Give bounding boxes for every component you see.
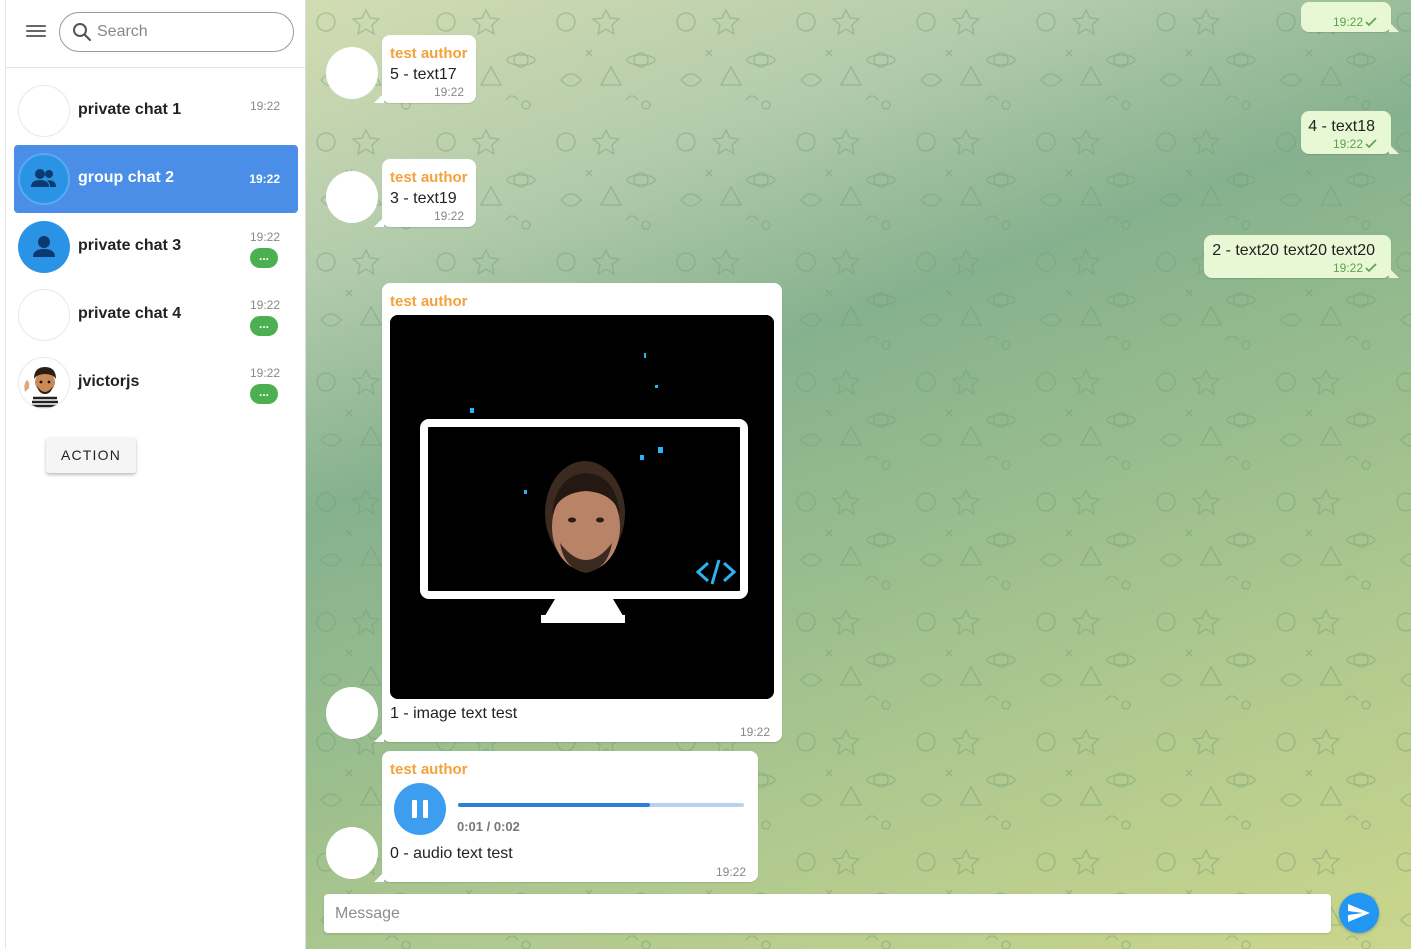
message-author: test author — [390, 293, 468, 310]
message-time: 19:22 — [739, 725, 770, 739]
chat-item-private-chat-3[interactable]: private chat 3 19:22 ... — [14, 213, 298, 281]
message-author: test author — [390, 45, 468, 62]
chat-item-jvictorjs[interactable]: jvictorjs 19:22 ... — [14, 349, 298, 417]
message-outgoing[interactable]: 2 - text20 text20 text20 19:22 — [1204, 235, 1399, 278]
message-outgoing[interactable]: 4 - text18 19:22 — [1301, 111, 1399, 154]
unread-badge: ... — [250, 248, 278, 268]
search-input[interactable] — [97, 22, 277, 42]
message-time: 19:22 — [1332, 261, 1363, 275]
author-avatar[interactable] — [326, 47, 378, 99]
avatar-illustration — [19, 358, 69, 408]
double-check-icon — [1365, 139, 1377, 149]
chat-item-private-chat-4[interactable]: private chat 4 19:22 ... — [14, 281, 298, 349]
person-icon — [33, 236, 55, 257]
message-incoming-audio[interactable]: test author 0:01 / 0:02 0 - audio text t… — [374, 751, 758, 882]
search-icon — [73, 23, 92, 42]
menu-icon[interactable] — [26, 22, 46, 38]
chat-name: group chat 2 — [78, 169, 175, 186]
audio-progress-fill — [458, 803, 650, 807]
pause-button[interactable] — [394, 783, 446, 835]
chat-name: jvictorjs — [78, 373, 140, 390]
chat-time: 19:22 — [249, 366, 280, 380]
author-avatar[interactable] — [326, 827, 378, 879]
avatar-photo — [18, 357, 70, 409]
avatar — [18, 221, 70, 273]
chat-item-private-chat-1[interactable]: private chat 1 19:22 — [14, 77, 298, 145]
message-text: 0 - audio text test — [390, 845, 513, 862]
chat-time: 19:22 — [249, 230, 280, 244]
avatar — [18, 289, 70, 341]
chat-sidebar: private chat 1 19:22 group chat 2 19:22 … — [5, 0, 306, 949]
sidebar-header — [6, 0, 305, 68]
message-author: test author — [390, 169, 468, 186]
send-button[interactable] — [1339, 893, 1379, 933]
chat-panel: 19:22 test author 5 - text17 19:22 4 - t… — [306, 0, 1411, 949]
chat-name: private chat 4 — [78, 305, 182, 322]
message-text: 2 - text20 text20 text20 — [1212, 242, 1375, 259]
message-input[interactable] — [335, 903, 1315, 925]
unread-badge: ... — [250, 316, 278, 336]
message-image[interactable] — [390, 315, 774, 699]
message-time: 19:22 — [433, 85, 464, 99]
search-box[interactable] — [59, 12, 294, 52]
chat-item-group-chat-2[interactable]: group chat 2 19:22 — [14, 145, 298, 213]
pause-icon — [412, 800, 417, 818]
author-avatar[interactable] — [326, 171, 378, 223]
action-button[interactable]: ACTION — [46, 437, 136, 473]
monitor-illustration — [390, 315, 774, 699]
message-outgoing[interactable]: 19:22 — [1301, 2, 1399, 32]
message-time: 19:22 — [1332, 137, 1363, 151]
author-avatar[interactable] — [326, 687, 378, 739]
avatar — [18, 85, 70, 137]
message-incoming[interactable]: test author 5 - text17 19:22 — [374, 35, 476, 103]
audio-time: 0:01 / 0:02 — [457, 819, 520, 834]
message-incoming[interactable]: test author 3 - text19 19:22 — [374, 159, 476, 227]
message-time: 19:22 — [1332, 15, 1363, 29]
audio-progress[interactable] — [458, 803, 744, 807]
message-text: 5 - text17 — [390, 66, 457, 83]
chat-name: private chat 1 — [78, 101, 182, 118]
message-incoming-image[interactable]: test author 1 - image text test 19:22 — [374, 283, 782, 742]
group-icon — [31, 169, 56, 187]
chat-time: 19:22 — [249, 172, 280, 186]
chat-time: 19:22 — [249, 298, 280, 312]
unread-badge: ... — [250, 384, 278, 404]
chat-time: 19:22 — [249, 99, 280, 113]
message-time: 19:22 — [433, 209, 464, 223]
send-icon — [1348, 904, 1370, 922]
message-text: 1 - image text test — [390, 705, 518, 722]
message-author: test author — [390, 761, 468, 778]
avatar — [18, 153, 70, 205]
message-time: 19:22 — [715, 865, 746, 879]
message-text: 3 - text19 — [390, 190, 457, 207]
message-composer[interactable] — [324, 894, 1331, 933]
double-check-icon — [1365, 17, 1377, 27]
double-check-icon — [1365, 263, 1377, 273]
message-text: 4 - text18 — [1308, 118, 1375, 135]
chat-name: private chat 3 — [78, 237, 182, 254]
